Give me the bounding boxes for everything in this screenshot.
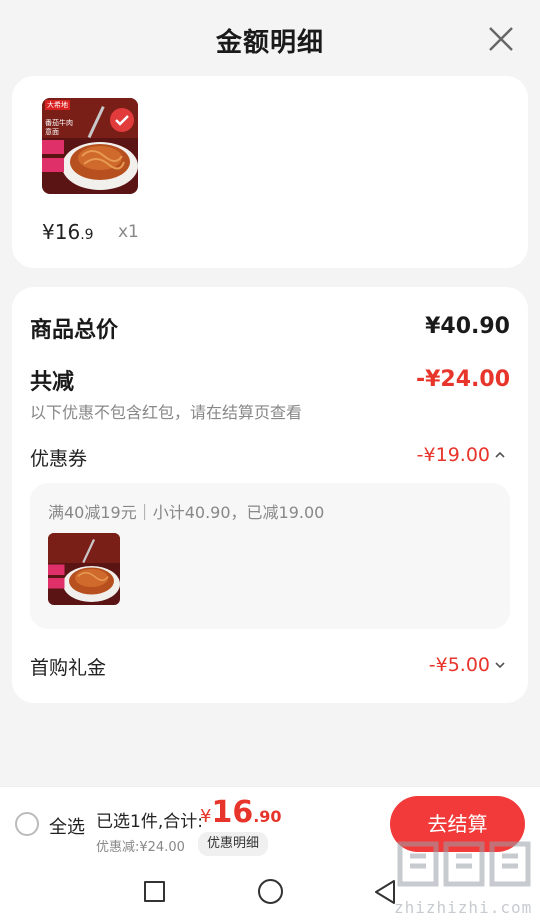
reduce-note: 以下优惠不包含红包，请在结算页查看 xyxy=(30,403,303,422)
product-price-dec: .9 xyxy=(80,227,94,243)
recent-apps-icon[interactable] xyxy=(144,881,165,902)
total-dec: .90 xyxy=(253,807,282,826)
coupon-value: -¥19.00 xyxy=(416,444,490,466)
summary-card: 商品总价 ¥40.90 共减 -¥24.00 以下优惠不包含红包，请在结算页查看… xyxy=(12,287,528,703)
modal-title: 金额明细 xyxy=(215,28,324,58)
total-int: 16 xyxy=(211,795,254,830)
product-card: 大希地 番茄牛肉 意面 ¥16.9 x1 xyxy=(12,76,528,268)
coupon-label: 优惠券 xyxy=(30,448,88,470)
close-icon[interactable] xyxy=(486,24,516,54)
coupon-product-image[interactable] xyxy=(48,533,120,605)
product-price: ¥16.9 xyxy=(42,220,94,244)
gift-toggle[interactable]: -¥5.00 xyxy=(429,654,506,676)
back-icon[interactable] xyxy=(372,878,398,906)
checkout-bar: 全选 已选1件,合计: ¥16.90 优惠减:¥24.00 优惠明细 去结算 xyxy=(0,786,540,860)
total-amount: ¥16.90 xyxy=(200,795,282,830)
select-all-radio[interactable] xyxy=(15,812,39,836)
modal-header: 金额明细 xyxy=(0,0,540,76)
coupon-description: 满40减19元｜小计40.90，已减19.00 xyxy=(48,503,325,522)
selected-summary: 已选1件,合计: xyxy=(96,812,203,832)
discount-detail-button[interactable]: 优惠明细 xyxy=(198,832,269,856)
thumb-brand: 大希地 xyxy=(45,100,70,110)
discount-amount: 优惠减:¥24.00 xyxy=(96,840,185,855)
product-price-int: ¥16 xyxy=(42,220,81,244)
reduce-label: 共减 xyxy=(30,370,75,395)
coupon-toggle[interactable]: -¥19.00 xyxy=(417,444,506,466)
reduce-value: -¥24.00 xyxy=(415,367,510,392)
total-value: ¥40.90 xyxy=(425,314,510,339)
chevron-up-icon xyxy=(495,451,505,458)
total-yen: ¥ xyxy=(200,806,212,827)
coupon-detail-box: 满40减19元｜小计40.90，已减19.00 xyxy=(30,483,510,629)
product-quantity: x1 xyxy=(118,222,139,242)
select-all-label[interactable]: 全选 xyxy=(49,813,85,839)
product-image[interactable]: 大希地 番茄牛肉 意面 xyxy=(42,98,138,194)
thumb-line2: 意面 xyxy=(45,128,59,136)
home-icon[interactable] xyxy=(258,879,283,904)
gift-label: 首购礼金 xyxy=(30,657,107,679)
system-nav-bar xyxy=(0,860,540,922)
chevron-down-icon xyxy=(495,662,505,669)
total-label: 商品总价 xyxy=(30,318,119,343)
gift-value: -¥5.00 xyxy=(428,654,490,676)
checkout-button[interactable]: 去结算 xyxy=(390,796,525,852)
